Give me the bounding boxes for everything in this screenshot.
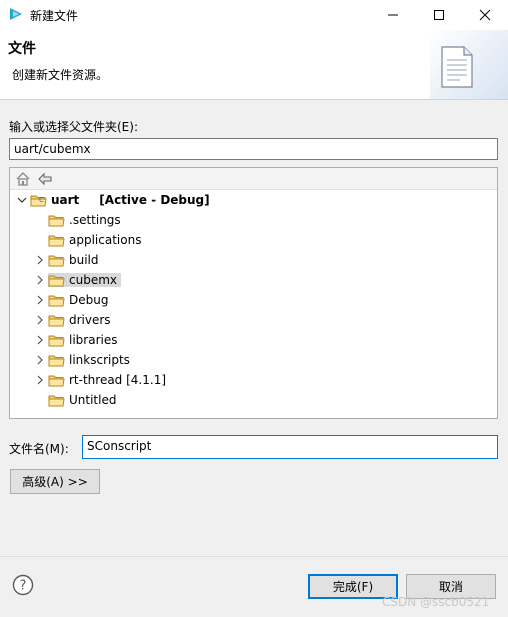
tree-item-content: libraries	[48, 333, 117, 347]
tree-item-content: drivers	[48, 313, 111, 327]
window-title: 新建文件	[30, 9, 79, 23]
tree-item-content: rt-thread [4.1.1]	[48, 373, 166, 387]
svg-text:?: ?	[20, 579, 27, 594]
close-icon	[479, 9, 491, 21]
chevron-spacer	[34, 234, 46, 246]
tree-item[interactable]: .settings	[34, 210, 121, 230]
tree-item[interactable]: linkscripts	[34, 350, 130, 370]
tree-item-label: Untitled	[69, 393, 117, 407]
tree-item[interactable]: Debug	[34, 290, 108, 310]
app-icon	[10, 8, 22, 20]
banner-title: 文件	[8, 41, 36, 57]
tree-item-uart[interactable]: C uart [Active - Debug]	[16, 190, 210, 210]
tree-item-label: uart	[51, 193, 80, 207]
chevron-right-icon[interactable]	[34, 274, 46, 286]
tree-item[interactable]: cubemx	[34, 270, 121, 290]
watermark: CSDN @sscb0521	[382, 595, 490, 609]
tree-item-label: rt-thread [4.1.1]	[69, 373, 167, 387]
home-icon[interactable]	[15, 171, 31, 187]
tree-item[interactable]: build	[34, 250, 99, 270]
tree-item-label: Debug	[69, 293, 109, 307]
minimize-button[interactable]	[370, 0, 416, 30]
help-icon[interactable]: ?	[12, 574, 34, 596]
tree-item[interactable]: libraries	[34, 330, 117, 350]
folder-icon	[48, 355, 65, 367]
folder-tree[interactable]: C uart [Active - Debug] .settings applica…	[9, 167, 498, 419]
maximize-button[interactable]	[416, 0, 462, 30]
tree-item-content: Debug	[48, 293, 108, 307]
tree-item-label: cubemx	[69, 273, 117, 287]
tree-item[interactable]: drivers	[34, 310, 111, 330]
tree-item-label: build	[69, 253, 99, 267]
title-bar: 新建文件	[0, 0, 508, 30]
chevron-down-icon[interactable]	[16, 194, 28, 206]
tree-item[interactable]: Untitled	[34, 390, 116, 410]
parent-folder-input[interactable]: uart/cubemx	[9, 138, 498, 160]
banner-description: 创建新文件资源。	[12, 68, 109, 82]
tree-toolbar	[10, 168, 497, 190]
svg-text:C: C	[39, 196, 44, 204]
minimize-icon	[388, 14, 398, 16]
document-icon	[441, 46, 473, 88]
folder-icon	[48, 215, 65, 227]
folder-icon	[48, 375, 65, 387]
chevron-spacer	[34, 214, 46, 226]
folder-icon	[48, 255, 65, 267]
chevron-right-icon[interactable]	[34, 294, 46, 306]
advanced-button[interactable]: 高级(A) >>	[10, 469, 100, 494]
project-folder-icon: C	[30, 195, 47, 207]
folder-icon	[48, 315, 65, 327]
maximize-icon	[434, 10, 444, 20]
folder-icon	[48, 395, 65, 407]
tree-item-content: build	[48, 253, 99, 267]
chevron-right-icon[interactable]	[34, 374, 46, 386]
chevron-right-icon[interactable]	[34, 354, 46, 366]
tree-item-content: .settings	[48, 213, 121, 227]
tree-item[interactable]: rt-thread [4.1.1]	[34, 370, 166, 390]
back-arrow-icon[interactable]	[37, 171, 53, 187]
chevron-right-icon[interactable]	[34, 254, 46, 266]
file-name-input[interactable]: SConscript	[82, 435, 498, 459]
folder-icon	[48, 335, 65, 347]
folder-icon	[48, 235, 65, 247]
tree-item[interactable]: applications	[34, 230, 141, 250]
tree-item-label: drivers	[69, 313, 111, 327]
tree-item-label: libraries	[69, 333, 118, 347]
chevron-right-icon[interactable]	[34, 334, 46, 346]
chevron-spacer	[34, 394, 46, 406]
parent-folder-label: 输入或选择父文件夹(E):	[9, 120, 138, 134]
close-button[interactable]	[462, 0, 508, 30]
tree-item-label: applications	[69, 233, 142, 247]
tree-item-label: .settings	[69, 213, 121, 227]
tree-item-content: Untitled	[48, 393, 116, 407]
chevron-right-icon[interactable]	[34, 314, 46, 326]
footer-divider	[0, 556, 508, 557]
folder-icon	[48, 295, 65, 307]
folder-icon	[48, 275, 65, 287]
project-status: [Active - Debug]	[99, 193, 210, 207]
file-name-label: 文件名(M):	[9, 442, 69, 456]
tree-item-content: applications	[48, 233, 141, 247]
tree-item-content: linkscripts	[48, 353, 130, 367]
wizard-banner: 文件 创建新文件资源。	[0, 30, 508, 100]
tree-item-label: linkscripts	[69, 353, 130, 367]
tree-item-content: cubemx	[48, 273, 121, 287]
